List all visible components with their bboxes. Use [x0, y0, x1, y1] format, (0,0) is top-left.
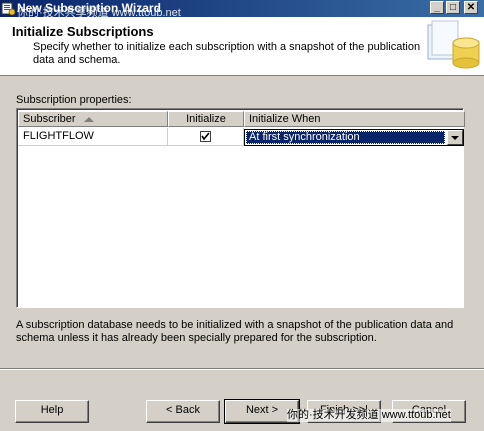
- initialize-when-value: At first synchronization: [246, 131, 445, 144]
- info-text: A subscription database needs to be init…: [16, 319, 454, 344]
- column-header-subscriber[interactable]: Subscriber: [18, 111, 168, 127]
- maximize-button[interactable]: □: [446, 1, 460, 14]
- minimize-button[interactable]: _: [430, 1, 444, 14]
- column-header-initialize[interactable]: Initialize: [168, 111, 244, 127]
- help-button[interactable]: Help: [15, 400, 89, 423]
- title-bar: New Subscription Wizard 你的·技术共享频道 www.tt…: [0, 0, 484, 19]
- subscription-properties-label: Subscription properties:: [16, 94, 132, 106]
- column-header-initialize-when[interactable]: Initialize When: [244, 111, 465, 127]
- page-description: Specify whether to initialize each subsc…: [33, 41, 421, 66]
- close-button[interactable]: ✕: [464, 1, 478, 14]
- wizard-app-icon: [1, 1, 16, 16]
- divider: [0, 368, 484, 370]
- initialize-checkbox[interactable]: [200, 131, 211, 142]
- dropdown-arrow-button[interactable]: [447, 130, 463, 145]
- page-title: Initialize Subscriptions: [12, 24, 154, 39]
- checkmark-icon: [201, 132, 210, 141]
- database-graphic-icon: [422, 19, 482, 73]
- initialize-cell[interactable]: [168, 128, 244, 146]
- column-subscriber-label: Subscriber: [23, 113, 76, 125]
- watermark-footer: 你的·技术开发频道 www.ttoub.net: [287, 409, 451, 422]
- subscriber-cell[interactable]: FLIGHTFLOW: [18, 128, 168, 146]
- wizard-header: Initialize Subscriptions Specify whether…: [0, 17, 484, 76]
- initialize-when-dropdown[interactable]: At first synchronization: [244, 129, 464, 146]
- back-button[interactable]: < Back: [146, 400, 220, 423]
- sort-ascending-icon: [83, 116, 94, 122]
- subscription-grid[interactable]: Subscriber Initialize Initialize When FL…: [16, 108, 465, 308]
- chevron-down-icon: [451, 136, 459, 140]
